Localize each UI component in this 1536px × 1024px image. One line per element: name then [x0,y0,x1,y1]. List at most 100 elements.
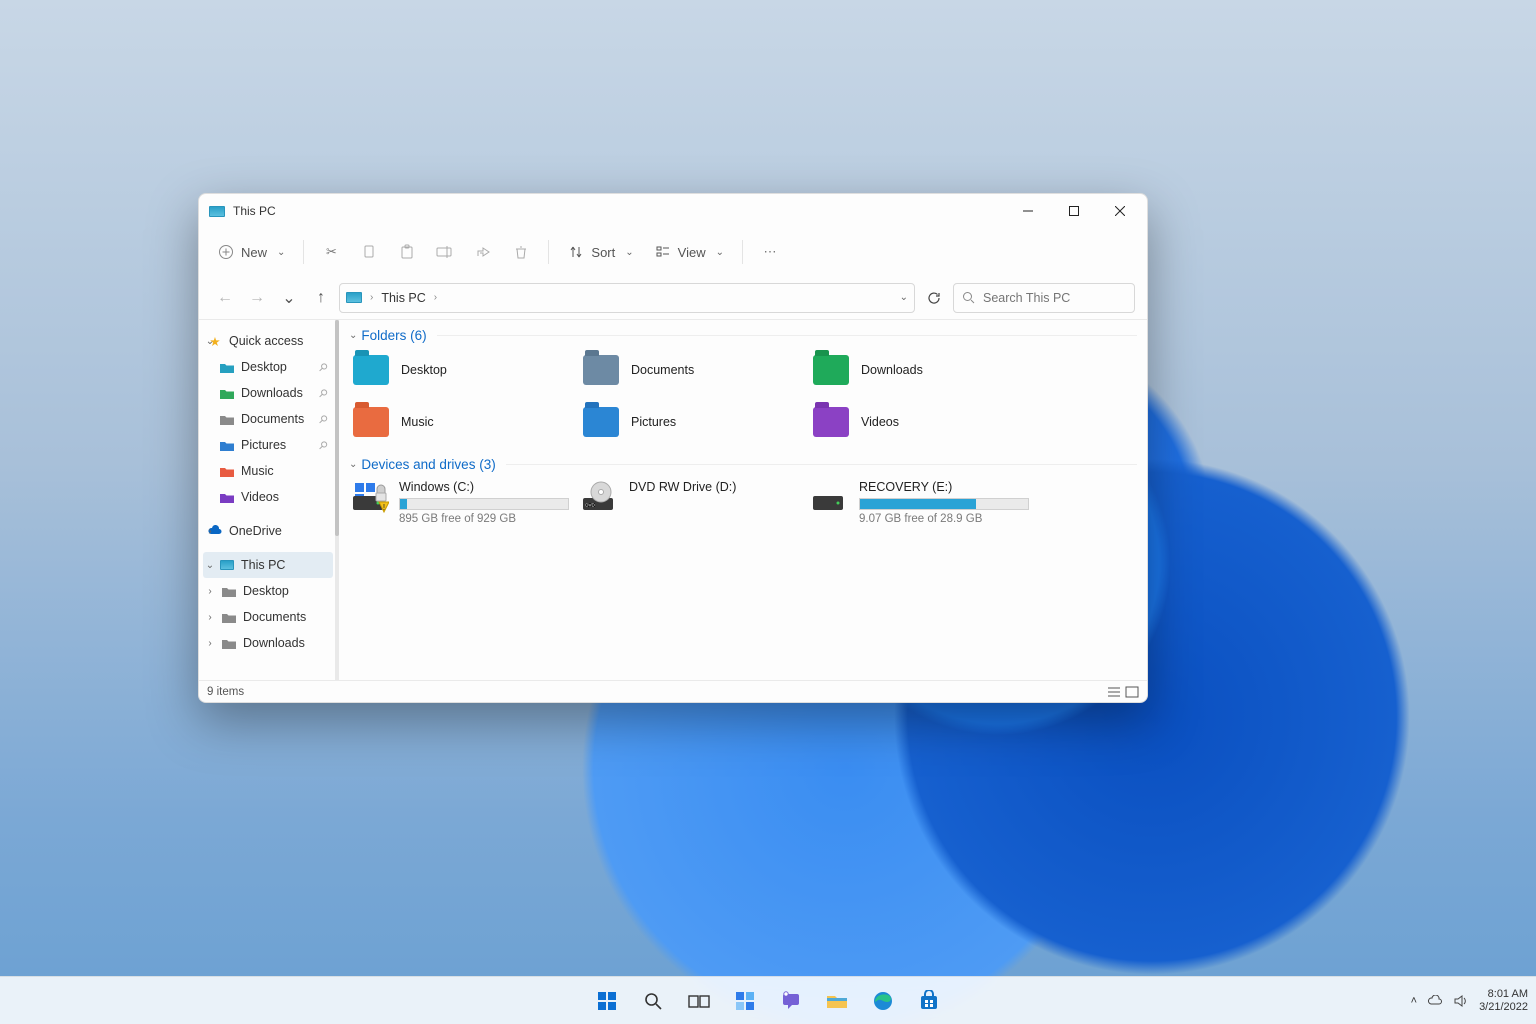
content-pane[interactable]: ⌄ Folders (6) Desktop DocumentsDownloads M… [339,320,1147,680]
search-input[interactable] [983,291,1126,305]
share-icon [474,243,492,261]
sort-button[interactable]: Sort [559,237,641,267]
section-title: Folders (6) [361,328,426,343]
drive-capacity-bar [399,498,569,510]
chat-button[interactable] [771,981,811,1021]
sidebar-item-label: Downloads [241,386,303,400]
folder-music[interactable]: Music [349,401,579,443]
folder-documents[interactable]: Documents [579,349,809,391]
sidebar-this-pc[interactable]: ⌄ This PC [203,552,333,578]
close-button[interactable] [1097,194,1143,228]
tray-chevron-up-icon[interactable]: ˄ [1411,995,1417,1007]
maximize-button[interactable] [1051,194,1097,228]
refresh-button[interactable] [919,283,949,313]
chevron-right-icon[interactable]: › [203,638,217,649]
details-view-button[interactable] [1107,686,1121,698]
new-button[interactable]: New [209,237,293,267]
window-title: This PC [233,204,276,218]
copy-icon [360,243,378,261]
sidebar-item-documents[interactable]: › Documents [201,604,339,630]
more-button[interactable]: ⋯ [753,237,787,267]
recent-locations-button[interactable]: ⌄ [275,282,303,314]
minimize-button[interactable] [1005,194,1051,228]
sidebar-scrollbar[interactable] [335,320,339,680]
folder-downloads[interactable]: Downloads [809,349,1039,391]
store-button[interactable] [909,981,949,1021]
search-button[interactable] [633,981,673,1021]
folder-icon [219,489,235,505]
folder-label: Desktop [401,363,447,377]
file-explorer-taskbar[interactable] [817,981,857,1021]
cut-button[interactable]: ✂ [314,237,348,267]
share-button[interactable] [466,237,500,267]
titlebar[interactable]: This PC [199,194,1147,228]
chevron-right-icon[interactable]: › [203,586,217,597]
status-item-count: 9 items [207,686,244,698]
hdd-icon: ! [351,480,389,514]
folder-label: Videos [861,415,899,429]
search-box[interactable] [953,283,1135,313]
breadcrumb[interactable]: This PC [381,291,425,305]
address-bar[interactable]: › This PC › ⌄ [339,283,915,313]
pin-icon: ⚲ [316,412,331,427]
tray-clock[interactable]: 8:01 AM 3/21/2022 [1479,988,1528,1013]
drive-dvd-rw-drive-d-[interactable]: DVDDVD RW Drive (D:) [579,478,809,527]
sidebar-item-pictures[interactable]: Pictures⚲ [201,432,339,458]
chevron-right-icon[interactable]: › [203,526,217,537]
drive-windows-c-[interactable]: !Windows (C:)895 GB free of 929 GB [349,478,579,527]
navigation-pane[interactable]: ⌄ ★ Quick access Desktop⚲Downloads⚲Docum… [199,320,339,680]
folders-section-header[interactable]: ⌄ Folders (6) [349,328,1137,343]
dvd-drive-icon: DVD [581,480,619,514]
sidebar-item-music[interactable]: Music [201,458,339,484]
rename-icon [436,243,454,261]
up-button[interactable]: ↑ [307,282,335,314]
chevron-down-icon[interactable]: ⌄ [349,459,357,470]
copy-button[interactable] [352,237,386,267]
folder-icon [221,609,237,625]
chevron-down-icon[interactable]: ⌄ [203,560,217,571]
paste-icon [398,243,416,261]
sidebar-item-desktop[interactable]: Desktop⚲ [201,354,339,380]
forward-button[interactable]: → [243,282,271,314]
folder-icon [221,583,237,599]
folder-icon [219,385,235,401]
tray-onedrive-icon[interactable] [1427,995,1443,1007]
back-button[interactable]: ← [211,282,239,314]
drives-section-header[interactable]: ⌄ Devices and drives (3) [349,457,1137,472]
folder-icon [813,407,849,437]
chevron-right-icon[interactable]: › [203,612,217,623]
sidebar-item-desktop[interactable]: ›Desktop [201,578,339,604]
pin-icon: ⚲ [316,360,331,375]
sidebar-onedrive[interactable]: › OneDrive [201,518,339,544]
drive-recovery-e-[interactable]: RECOVERY (E:)9.07 GB free of 28.9 GB [809,478,1039,527]
delete-button[interactable] [504,237,538,267]
task-view-button[interactable] [679,981,719,1021]
sidebar-quick-access[interactable]: ⌄ ★ Quick access [201,328,339,354]
folder-icon [353,407,389,437]
folder-videos[interactable]: Videos [809,401,1039,443]
sidebar-item-videos[interactable]: Videos [201,484,339,510]
widgets-button[interactable] [725,981,765,1021]
folder-icon [583,355,619,385]
address-dropdown[interactable]: ⌄ [900,292,908,303]
folder-desktop[interactable]: Desktop [349,349,579,391]
chevron-down-icon[interactable]: ⌄ [203,336,217,347]
more-icon: ⋯ [761,243,779,261]
command-toolbar: New ✂ Sort View ⋯ [199,228,1147,276]
folder-pictures[interactable]: Pictures [579,401,809,443]
sidebar-item-label: Documents [243,610,306,624]
start-button[interactable] [587,981,627,1021]
tray-volume-icon[interactable] [1453,994,1469,1008]
paste-button[interactable] [390,237,424,267]
sidebar-item-documents[interactable]: Documents⚲ [201,406,339,432]
folder-icon [583,407,619,437]
view-button[interactable]: View [646,237,732,267]
chevron-down-icon[interactable]: ⌄ [349,330,357,341]
taskbar[interactable]: ˄ 8:01 AM 3/21/2022 [0,976,1536,1024]
sidebar-item-downloads[interactable]: Downloads⚲ [201,380,339,406]
rename-button[interactable] [428,237,462,267]
new-label: New [241,245,267,260]
sidebar-item-downloads[interactable]: ›Downloads [201,630,339,656]
tiles-view-button[interactable] [1125,686,1139,698]
edge-button[interactable] [863,981,903,1021]
